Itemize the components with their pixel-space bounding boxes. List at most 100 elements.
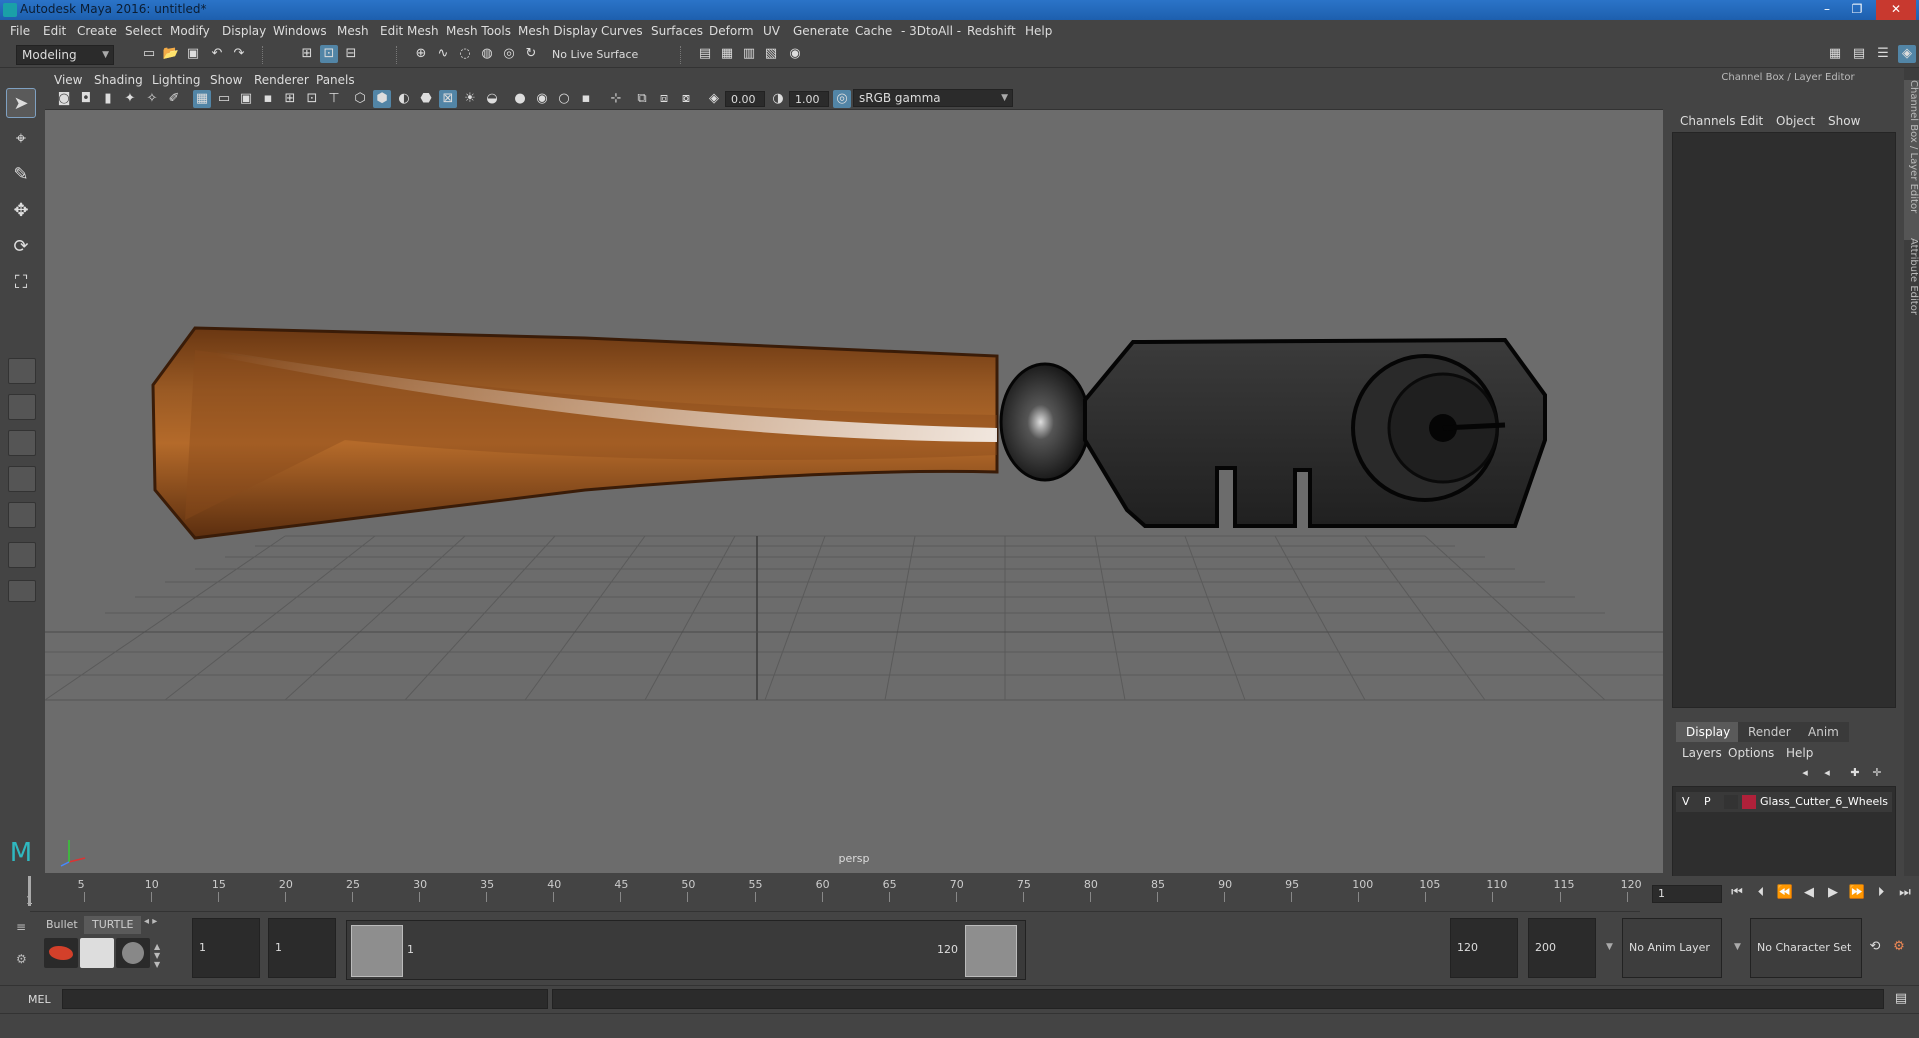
panel-menu-panels[interactable]: Panels: [316, 73, 355, 87]
playback-end-field[interactable]: 120: [1450, 918, 1518, 978]
single-perspective-layout-icon[interactable]: [8, 358, 36, 384]
gamma-field[interactable]: 1.00: [789, 91, 829, 107]
range-slider[interactable]: 1 120: [346, 920, 1026, 980]
open-scene-icon[interactable]: 📂: [162, 45, 180, 63]
persp-graph-layout-icon[interactable]: [8, 466, 36, 492]
current-frame-field[interactable]: 1: [1652, 885, 1722, 903]
persp-texture-layout-icon[interactable]: [8, 542, 36, 568]
live-surface-field[interactable]: No Live Surface: [552, 48, 638, 61]
minimize-button[interactable]: –: [1812, 0, 1842, 20]
shelf-tab-bullet[interactable]: Bullet: [38, 916, 86, 934]
safe-title-icon[interactable]: ⊤: [325, 90, 343, 108]
shadows-icon[interactable]: ◒: [483, 90, 501, 108]
time-ruler[interactable]: 5 10 15 20 25 30 35 40 45 50 55 60 65 70 75 80 85 90 95 100…: [30, 876, 1642, 912]
snap-point-icon[interactable]: ◌: [456, 45, 474, 63]
maximize-button[interactable]: ❐: [1842, 0, 1872, 20]
menu-help[interactable]: Help: [1025, 24, 1052, 38]
layer-menu-layers[interactable]: Layers: [1682, 746, 1722, 760]
xray-joints-icon[interactable]: ⧈: [655, 90, 673, 108]
exposure-icon[interactable]: ◈: [705, 90, 723, 108]
camera-icon[interactable]: ◙: [55, 90, 73, 108]
panel-menu-lighting[interactable]: Lighting: [152, 73, 201, 87]
paint-select-tool-icon[interactable]: ✎: [6, 160, 36, 190]
close-button[interactable]: ✕: [1876, 0, 1916, 20]
gamma-icon[interactable]: ◑: [769, 90, 787, 108]
save-scene-icon[interactable]: ▣: [184, 45, 202, 63]
glass-cutter-model[interactable]: [151, 326, 1547, 540]
field-chart-icon[interactable]: ⊞: [281, 90, 299, 108]
film-gate-icon[interactable]: ▭: [215, 90, 233, 108]
layer-type-toggle[interactable]: [1724, 795, 1738, 809]
cb-menu-object[interactable]: Object: [1776, 114, 1815, 128]
snap-surface-icon[interactable]: ◎: [500, 45, 518, 63]
auto-key-icon[interactable]: ⟲: [1866, 938, 1884, 956]
go-to-start-icon[interactable]: ⏮: [1728, 884, 1746, 902]
menu-mesh[interactable]: Mesh: [337, 24, 369, 38]
step-forward-frame-icon[interactable]: ⏵: [1872, 884, 1890, 902]
menu-windows[interactable]: Windows: [273, 24, 327, 38]
attribute-toggle-icon[interactable]: ☰: [1874, 45, 1892, 63]
layer-visibility-toggle[interactable]: V: [1682, 795, 1690, 808]
xray-components-icon[interactable]: ⧇: [677, 90, 695, 108]
isolate-select-icon[interactable]: ⊹: [607, 90, 625, 108]
move-tool-icon[interactable]: ✥: [6, 196, 36, 226]
undo-icon[interactable]: ↶: [208, 45, 226, 63]
menu-curves[interactable]: Curves: [601, 24, 643, 38]
step-back-key-icon[interactable]: ⏪: [1776, 884, 1794, 902]
play-forwards-icon[interactable]: ▶: [1824, 884, 1842, 902]
custom-layout-icon[interactable]: [8, 580, 36, 602]
select-tool-icon[interactable]: ➤: [6, 88, 36, 118]
exposure-field[interactable]: 0.00: [725, 91, 765, 107]
anim-layer-dropdown[interactable]: No Anim Layer: [1622, 918, 1722, 978]
rotate-tool-icon[interactable]: ⟳: [6, 232, 36, 262]
select-component-icon[interactable]: ⊟: [342, 45, 360, 63]
four-view-layout-icon[interactable]: [8, 394, 36, 420]
new-layer-icon[interactable]: ✚: [1846, 764, 1864, 782]
playback-start-field[interactable]: 1: [268, 918, 336, 978]
animation-prefs-icon[interactable]: ⚙: [1890, 938, 1908, 956]
persp-outliner-layout-icon[interactable]: [8, 430, 36, 456]
render-current-icon[interactable]: ▤: [696, 45, 714, 63]
time-slider[interactable]: 5 10 15 20 25 30 35 40 45 50 55 60 65 70 75 80 85 90 95 100…: [0, 876, 1919, 912]
panel-menu-view[interactable]: View: [54, 73, 82, 87]
outliner-toggle-icon[interactable]: ▤: [1850, 45, 1868, 63]
view-transform-dropdown[interactable]: sRGB gamma ▼: [853, 89, 1013, 107]
step-forward-key-icon[interactable]: ⏩: [1848, 884, 1866, 902]
new-layer-selected-icon[interactable]: ✛: [1868, 764, 1886, 782]
menu-redshift[interactable]: Redshift: [967, 24, 1016, 38]
layer-color-swatch[interactable]: [1742, 795, 1756, 809]
redo-icon[interactable]: ↷: [230, 45, 248, 63]
ipr-render-icon[interactable]: ▥: [740, 45, 758, 63]
menu-set-dropdown[interactable]: Modeling ▼: [16, 45, 114, 65]
lasso-tool-icon[interactable]: ⌖: [6, 124, 36, 154]
menu-modify[interactable]: Modify: [170, 24, 210, 38]
grease-pencil-icon[interactable]: ✐: [165, 90, 183, 108]
render-settings-icon[interactable]: ▧: [762, 45, 780, 63]
cb-menu-channels[interactable]: Channels: [1680, 114, 1736, 128]
shelf-menu-icon[interactable]: ≡: [16, 920, 36, 934]
turtle-render-icon[interactable]: [44, 938, 78, 968]
layout-icon[interactable]: ▦: [1826, 45, 1844, 63]
channel-box-side-tab[interactable]: Channel Box / Layer Editor: [1904, 80, 1919, 240]
menu-mesh-display[interactable]: Mesh Display: [518, 24, 598, 38]
use-all-lights-icon[interactable]: ☀: [461, 90, 479, 108]
shelf-scroll-arrows-icon[interactable]: ◂ ▸: [144, 916, 157, 927]
screen-space-ao-icon[interactable]: ●: [511, 90, 529, 108]
select-hierarchy-icon[interactable]: ⊞: [298, 45, 316, 63]
range-start-handle[interactable]: [351, 925, 403, 977]
menu-surfaces[interactable]: Surfaces: [651, 24, 703, 38]
wireframe-icon[interactable]: ⬡: [351, 90, 369, 108]
select-object-icon[interactable]: ⊡: [320, 45, 338, 63]
motion-blur-icon[interactable]: ◉: [533, 90, 551, 108]
depth-of-field-icon[interactable]: ▪: [577, 90, 595, 108]
go-to-end-icon[interactable]: ⏭: [1896, 884, 1914, 902]
menu-generate[interactable]: Generate: [793, 24, 849, 38]
menu-select[interactable]: Select: [125, 24, 162, 38]
default-lighting-icon[interactable]: ◐: [395, 90, 413, 108]
layer-playback-toggle[interactable]: P: [1704, 795, 1711, 808]
layer-menu-help[interactable]: Help: [1786, 746, 1813, 760]
snap-grid-icon[interactable]: ⊕: [412, 45, 430, 63]
script-editor-icon[interactable]: ▤: [1892, 990, 1910, 1008]
shelf-scroll-icon[interactable]: ▲ ▼ ▼: [154, 942, 160, 969]
layer-name[interactable]: Glass_Cutter_6_Wheels: [1760, 795, 1888, 808]
